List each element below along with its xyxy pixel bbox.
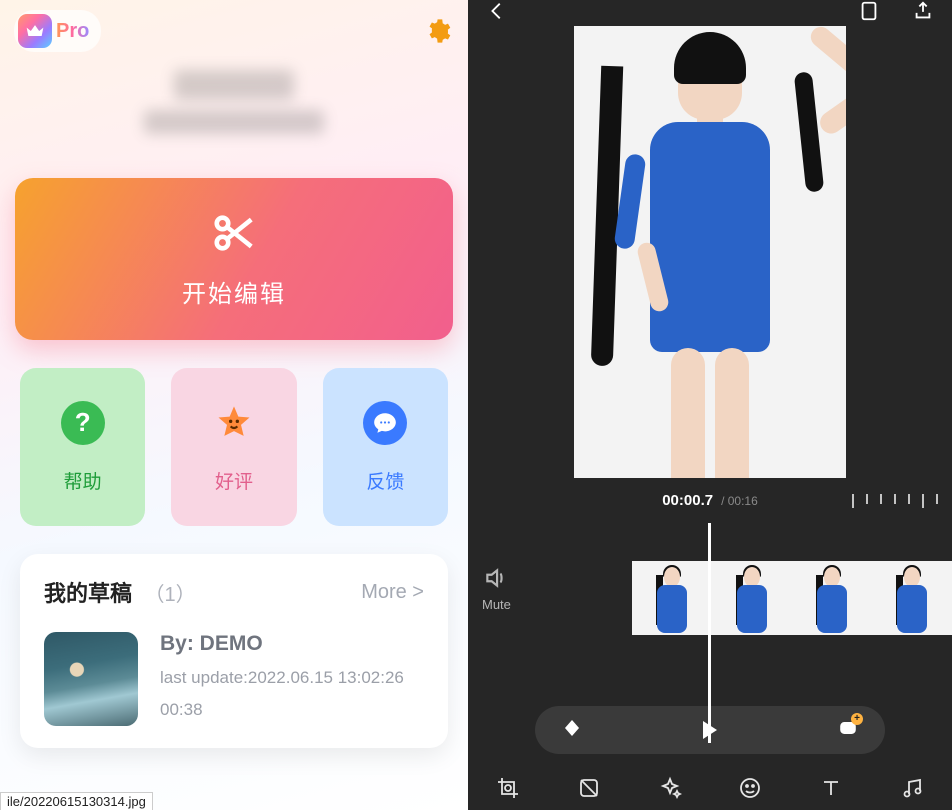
diamond-icon — [561, 717, 583, 739]
mute-label: Mute — [482, 597, 511, 612]
text-icon — [819, 776, 843, 800]
help-label: 帮助 — [64, 467, 102, 494]
userinfo-redacted — [144, 110, 324, 134]
username-redacted — [174, 70, 294, 100]
help-button[interactable]: ? 帮助 — [20, 368, 145, 526]
start-edit-label: 开始编辑 — [182, 274, 286, 309]
music-tool[interactable] — [900, 776, 924, 805]
chat-icon — [363, 401, 407, 445]
timeline-frames[interactable] — [632, 561, 952, 635]
back-button[interactable] — [486, 0, 508, 27]
rectangle-icon — [858, 0, 880, 22]
rate-button[interactable]: 好评 — [171, 368, 296, 526]
keyframe-button[interactable] — [561, 717, 583, 744]
drafts-more-button[interactable]: More > — [361, 581, 424, 604]
drafts-title: 我的草稿 — [44, 581, 132, 606]
speaker-icon — [483, 565, 509, 591]
time-ticks — [852, 494, 938, 508]
start-edit-button[interactable]: 开始编辑 — [15, 178, 453, 340]
filter-tool[interactable] — [577, 776, 601, 805]
sparkle-icon — [658, 776, 682, 800]
help-icon: ? — [61, 401, 105, 445]
chevron-left-icon — [486, 0, 508, 22]
pro-label: Pro — [56, 20, 89, 43]
filter-icon — [577, 776, 601, 800]
export-icon — [912, 0, 934, 22]
text-tool[interactable] — [819, 776, 843, 805]
emoji-icon — [738, 776, 762, 800]
draft-author: By: DEMO — [160, 632, 404, 656]
sticker-tool[interactable] — [738, 776, 762, 805]
star-icon — [212, 401, 256, 445]
drafts-count: （1） — [144, 584, 195, 606]
scissors-icon — [211, 210, 257, 256]
app-logo[interactable]: Pro — [14, 10, 101, 52]
current-time: 00:00.7 — [662, 492, 713, 509]
music-icon — [900, 776, 924, 800]
draft-thumbnail — [44, 632, 138, 726]
mute-button[interactable]: Mute — [482, 565, 511, 612]
gear-icon — [423, 17, 451, 45]
drafts-section: 我的草稿 （1） More > By: DEMO last update:202… — [20, 554, 448, 748]
user-info — [8, 70, 460, 134]
tool-bar — [468, 770, 952, 810]
feedback-label: 反馈 — [366, 467, 404, 494]
export-button[interactable] — [912, 0, 934, 27]
crown-icon — [18, 14, 52, 48]
feedback-button[interactable]: 反馈 — [323, 368, 448, 526]
aspect-button[interactable] — [858, 0, 880, 27]
draft-updated: last update:2022.06.15 13:02:26 — [160, 668, 404, 688]
crop-icon — [496, 776, 520, 800]
draft-duration: 00:38 — [160, 700, 404, 720]
settings-button[interactable] — [420, 14, 454, 48]
time-display: 00:00.7 / 00:16 — [468, 492, 952, 509]
playhead[interactable] — [708, 523, 711, 743]
total-time: / 00:16 — [721, 494, 758, 508]
video-preview[interactable] — [574, 26, 846, 478]
effects-tool[interactable] — [658, 776, 682, 805]
rate-label: 好评 — [215, 467, 253, 494]
draft-item[interactable]: By: DEMO last update:2022.06.15 13:02:26… — [44, 632, 424, 726]
status-bar-path: ile/20220615130314.jpg — [0, 792, 153, 810]
crop-tool[interactable] — [496, 776, 520, 805]
add-clip-button[interactable]: + — [837, 717, 859, 744]
